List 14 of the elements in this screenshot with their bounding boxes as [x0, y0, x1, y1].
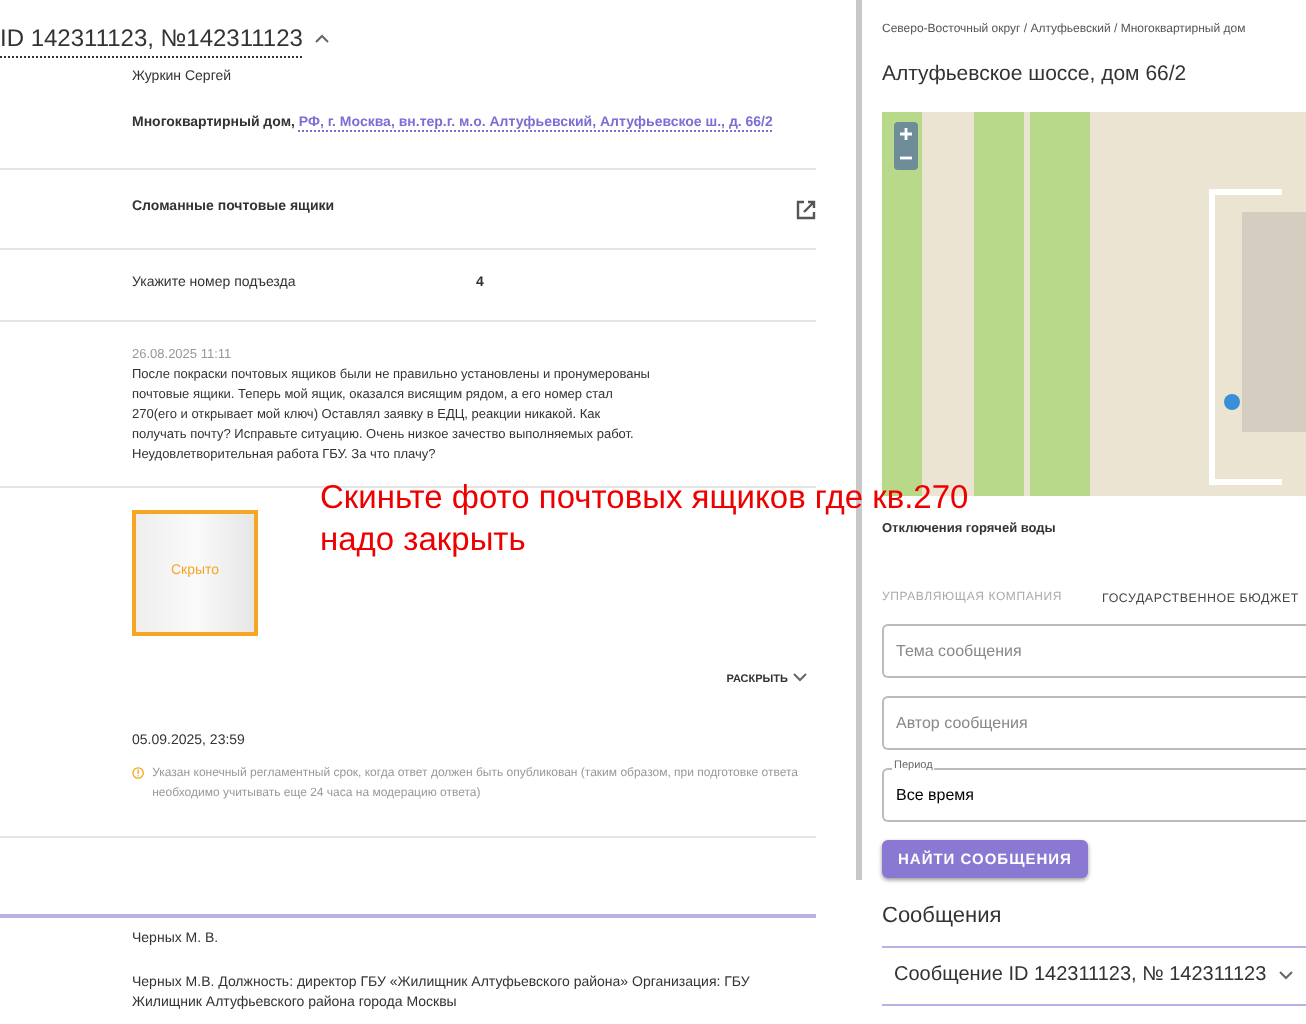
messages-heading: Сообщения [882, 902, 1004, 932]
annotation-text: Скиньте фото почтовых ящиков где кв.270 [320, 478, 969, 520]
address-title: Алтуфьевское шоссе, дом 66/2 [882, 60, 1189, 90]
message-item[interactable]: Сообщение ID 142311123, № 142311123 [894, 960, 1267, 990]
info-icon [132, 763, 145, 782]
annotation-text: надо закрыть [320, 520, 526, 562]
input-field[interactable]: Все время [882, 767, 1306, 822]
zoom-control[interactable] [894, 122, 918, 170]
input-field[interactable]: Автор сообщения [882, 695, 1306, 750]
zoom-in-icon[interactable] [894, 122, 918, 146]
request-title[interactable]: ID 142311123, №142311123 [0, 19, 303, 57]
external-link-icon[interactable] [796, 199, 816, 219]
chevron-down-icon [792, 672, 808, 682]
input-field[interactable]: Тема сообщения [882, 623, 1306, 678]
